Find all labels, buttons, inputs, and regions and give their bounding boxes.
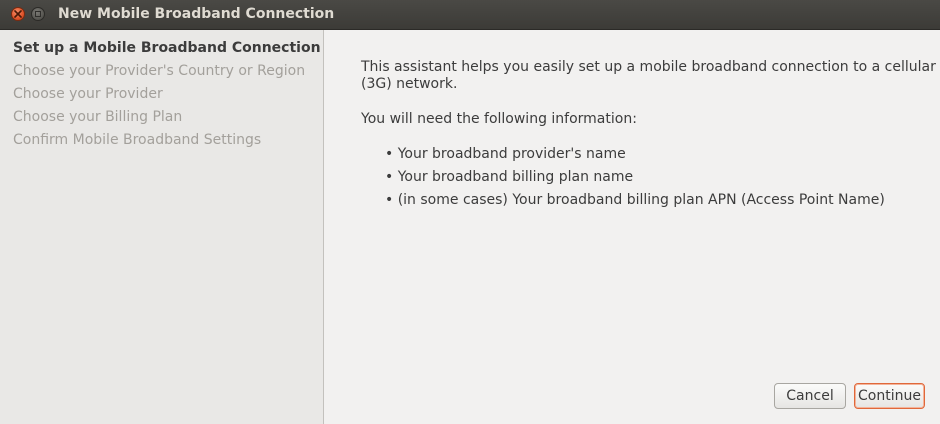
need-info-text: You will need the following information: [361, 111, 637, 127]
bullet-billing-plan: • Your broadband billing plan name [385, 169, 634, 185]
step-country: Choose your Provider's Country or Region [13, 63, 306, 79]
step-provider: Choose your Provider [13, 86, 163, 102]
assistant-window: New Mobile Broadband Connection Set up a… [0, 0, 940, 424]
intro-text: This assistant helps you easily set up a… [361, 59, 936, 92]
window-title: New Mobile Broadband Connection [58, 6, 335, 22]
content-pane: This assistant helps you easily set up a… [325, 30, 940, 424]
step-setup: Set up a Mobile Broadband Connection [13, 40, 321, 56]
step-confirm: Confirm Mobile Broadband Settings [13, 132, 262, 148]
step-billing-plan: Choose your Billing Plan [13, 109, 183, 125]
minimize-icon [35, 11, 41, 17]
minimize-window-button[interactable] [31, 7, 45, 21]
close-window-button[interactable] [11, 7, 25, 21]
continue-button[interactable]: Continue [854, 383, 925, 409]
bullet-apn: • (in some cases) Your broadband billing… [385, 192, 885, 208]
cancel-button[interactable]: Cancel [774, 383, 846, 409]
close-icon [14, 10, 22, 18]
steps-sidebar: Set up a Mobile Broadband Connection Cho… [0, 30, 324, 424]
title-bar[interactable]: New Mobile Broadband Connection [0, 0, 940, 30]
bullet-provider-name: • Your broadband provider's name [385, 146, 626, 162]
